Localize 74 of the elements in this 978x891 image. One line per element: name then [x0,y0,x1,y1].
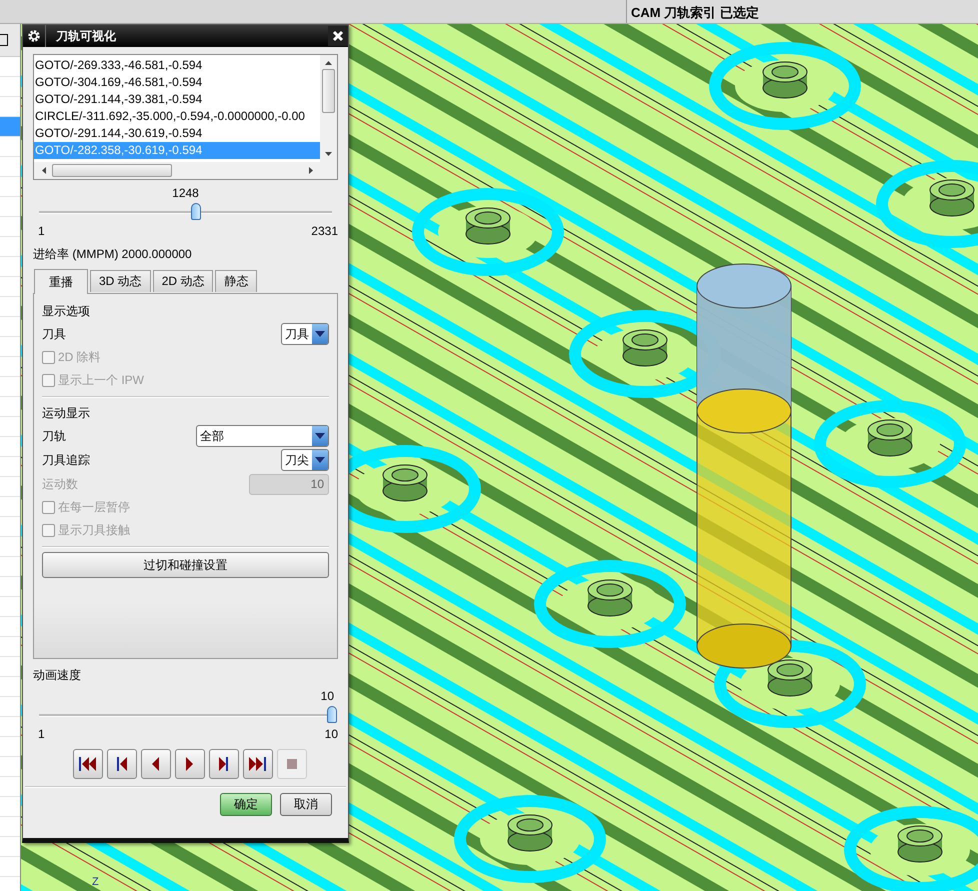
section-heading: 运动显示 [42,404,90,422]
boss-drawing [768,660,812,696]
axis-label: Z [92,876,99,888]
slider-value: 10 [320,689,334,703]
tab[interactable]: 2D 动态 [152,270,214,292]
dropdown-arrow-icon [315,331,325,337]
right-arrow-icon[interactable] [309,167,313,174]
close-button[interactable] [328,26,348,46]
checkbox-label: 在每一层暂停 [58,499,130,516]
boss-drawing [898,826,942,862]
list-row[interactable]: GOTO/-291.144,-39.381,-0.594 [34,91,320,108]
list-row[interactable]: GOTO/-269.333,-46.581,-0.594 [34,57,320,74]
slider-thumb[interactable] [327,706,337,723]
tab[interactable]: 3D 动态 [90,270,151,292]
checkbox-label: 显示刀具接触 [58,522,130,539]
field-label: 刀具 [42,326,66,342]
reverse-button[interactable] [140,749,170,779]
next-button[interactable] [208,749,238,779]
dropdown[interactable]: 刀具 [281,323,329,345]
dropdown-arrow-icon [315,433,325,439]
dialog-button[interactable]: 确定 [220,793,272,816]
last-button[interactable] [242,749,272,779]
settings-button[interactable]: 过切和碰撞设置 [42,552,329,578]
prev-icon [116,757,126,771]
field-label: 刀轨 [42,428,66,444]
slider-min: 1 [38,727,45,743]
field-label: 运动数 [42,476,78,492]
boss-drawing [930,180,974,216]
reverse-icon [152,757,159,771]
status-message: CAM 刀轨索引 已选定 [626,0,978,23]
slider-max: 10 [324,727,338,743]
left-arrow-icon[interactable] [42,167,46,174]
speed-label: 动画速度 [33,668,81,682]
list-row[interactable]: GOTO/-304.169,-46.581,-0.594 [34,74,320,91]
slider-max: 2331 [311,224,338,240]
next-icon [219,757,228,771]
dialog-title: 刀轨可视化 [54,28,117,44]
scrollbar[interactable] [34,162,337,179]
list-row[interactable]: CIRCLE/-311.692,-35.000,-0.594,-0.0000000,-0.00 [34,108,320,125]
field-label: 刀具追踪 [42,452,90,468]
list-row[interactable]: GOTO/-291.144,-30.619,-0.594 [34,125,320,142]
slider-thumb[interactable] [190,203,201,220]
first-icon [78,757,96,771]
section-heading: 显示选项 [42,302,90,320]
dropdown-arrow-icon [315,457,325,463]
boss-drawing [588,580,632,616]
play-button[interactable] [174,749,204,779]
prev-button[interactable] [106,749,136,779]
boss-drawing [382,464,428,502]
last-icon [249,757,266,771]
gear-icon[interactable] [27,29,41,43]
tab[interactable]: 静态 [215,270,258,292]
boss-drawing [508,814,552,852]
dropdown[interactable]: 全部 [196,425,329,447]
dialog-button[interactable]: 取消 [280,793,332,816]
play-icon [186,757,193,771]
scrollbar[interactable] [320,55,337,162]
feed-rate-label: 进给率 (MMPM) 2000.000000 [33,247,192,261]
checkbox-label: 显示上一个 IPW [58,372,144,389]
boss-drawing [622,330,668,366]
up-arrow-icon[interactable] [325,61,332,65]
boss-drawing [762,62,808,98]
close-icon [332,30,344,42]
list-row[interactable] [0,117,20,137]
tab[interactable]: 重播 [34,269,88,294]
checkbox-label: 2D 除料 [58,349,101,366]
slider-min: 1 [38,224,45,240]
down-arrow-icon[interactable] [325,152,332,156]
dropdown[interactable]: 刀尖 [281,449,329,471]
slider-value: 1248 [172,186,199,200]
boss-drawing [868,420,912,456]
first-button[interactable] [72,749,102,779]
boss-drawing [466,208,510,244]
stop-icon [286,759,296,769]
